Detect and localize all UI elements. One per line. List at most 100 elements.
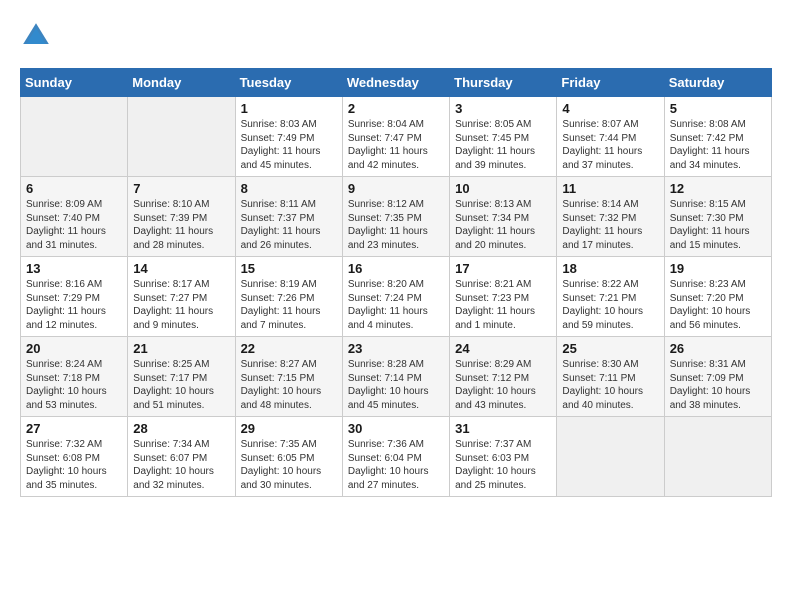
day-number: 17 bbox=[455, 261, 551, 276]
calendar-cell: 27 Sunrise: 7:32 AM Sunset: 6:08 PM Dayli… bbox=[21, 417, 128, 497]
day-number: 21 bbox=[133, 341, 229, 356]
day-content: Sunrise: 8:07 AM Sunset: 7:44 PM Dayligh… bbox=[562, 118, 658, 172]
day-number: 31 bbox=[455, 421, 551, 436]
calendar-cell: 16 Sunrise: 8:20 AM Sunset: 7:24 PM Dayli… bbox=[342, 257, 449, 337]
day-number: 9 bbox=[348, 181, 444, 196]
calendar-cell: 2 Sunrise: 8:04 AM Sunset: 7:47 PM Daylig… bbox=[342, 97, 449, 177]
calendar-cell: 3 Sunrise: 8:05 AM Sunset: 7:45 PM Daylig… bbox=[450, 97, 557, 177]
day-content: Sunrise: 8:22 AM Sunset: 7:21 PM Dayligh… bbox=[562, 278, 658, 332]
day-content: Sunrise: 7:34 AM Sunset: 6:07 PM Dayligh… bbox=[133, 438, 229, 492]
day-content: Sunrise: 7:36 AM Sunset: 6:04 PM Dayligh… bbox=[348, 438, 444, 492]
day-number: 8 bbox=[241, 181, 337, 196]
calendar-cell: 7 Sunrise: 8:10 AM Sunset: 7:39 PM Daylig… bbox=[128, 177, 235, 257]
day-number: 18 bbox=[562, 261, 658, 276]
day-content: Sunrise: 8:10 AM Sunset: 7:39 PM Dayligh… bbox=[133, 198, 229, 252]
day-number: 5 bbox=[670, 101, 766, 116]
day-number: 13 bbox=[26, 261, 122, 276]
day-content: Sunrise: 8:13 AM Sunset: 7:34 PM Dayligh… bbox=[455, 198, 551, 252]
day-content: Sunrise: 8:16 AM Sunset: 7:29 PM Dayligh… bbox=[26, 278, 122, 332]
day-content: Sunrise: 7:35 AM Sunset: 6:05 PM Dayligh… bbox=[241, 438, 337, 492]
calendar-week-row: 27 Sunrise: 7:32 AM Sunset: 6:08 PM Dayli… bbox=[21, 417, 772, 497]
day-content: Sunrise: 7:32 AM Sunset: 6:08 PM Dayligh… bbox=[26, 438, 122, 492]
day-number: 11 bbox=[562, 181, 658, 196]
day-content: Sunrise: 8:31 AM Sunset: 7:09 PM Dayligh… bbox=[670, 358, 766, 412]
day-content: Sunrise: 7:37 AM Sunset: 6:03 PM Dayligh… bbox=[455, 438, 551, 492]
day-content: Sunrise: 8:09 AM Sunset: 7:40 PM Dayligh… bbox=[26, 198, 122, 252]
calendar-cell: 31 Sunrise: 7:37 AM Sunset: 6:03 PM Dayli… bbox=[450, 417, 557, 497]
day-content: Sunrise: 8:24 AM Sunset: 7:18 PM Dayligh… bbox=[26, 358, 122, 412]
day-content: Sunrise: 8:28 AM Sunset: 7:14 PM Dayligh… bbox=[348, 358, 444, 412]
day-number: 6 bbox=[26, 181, 122, 196]
weekday-header-tuesday: Tuesday bbox=[235, 69, 342, 97]
calendar-week-row: 1Sunrise: 8:03 AM Sunset: 7:49 PM Daylig… bbox=[21, 97, 772, 177]
calendar-week-row: 20 Sunrise: 8:24 AM Sunset: 7:18 PM Dayli… bbox=[21, 337, 772, 417]
day-content: Sunrise: 8:05 AM Sunset: 7:45 PM Dayligh… bbox=[455, 118, 551, 172]
calendar-cell: 18 Sunrise: 8:22 AM Sunset: 7:21 PM Dayli… bbox=[557, 257, 664, 337]
weekday-header-sunday: Sunday bbox=[21, 69, 128, 97]
day-number: 28 bbox=[133, 421, 229, 436]
day-number: 23 bbox=[348, 341, 444, 356]
calendar-cell: 1Sunrise: 8:03 AM Sunset: 7:49 PM Daylig… bbox=[235, 97, 342, 177]
day-content: Sunrise: 8:21 AM Sunset: 7:23 PM Dayligh… bbox=[455, 278, 551, 332]
calendar-cell: 11 Sunrise: 8:14 AM Sunset: 7:32 PM Dayli… bbox=[557, 177, 664, 257]
weekday-header-monday: Monday bbox=[128, 69, 235, 97]
calendar-cell: 29 Sunrise: 7:35 AM Sunset: 6:05 PM Dayli… bbox=[235, 417, 342, 497]
calendar-cell: 20 Sunrise: 8:24 AM Sunset: 7:18 PM Dayli… bbox=[21, 337, 128, 417]
logo bbox=[20, 20, 56, 52]
day-number: 25 bbox=[562, 341, 658, 356]
calendar-cell: 21 Sunrise: 8:25 AM Sunset: 7:17 PM Dayli… bbox=[128, 337, 235, 417]
day-number: 12 bbox=[670, 181, 766, 196]
day-content: Sunrise: 8:15 AM Sunset: 7:30 PM Dayligh… bbox=[670, 198, 766, 252]
weekday-header-saturday: Saturday bbox=[664, 69, 771, 97]
day-content: Sunrise: 8:29 AM Sunset: 7:12 PM Dayligh… bbox=[455, 358, 551, 412]
day-number: 19 bbox=[670, 261, 766, 276]
day-number: 30 bbox=[348, 421, 444, 436]
calendar-cell: 26 Sunrise: 8:31 AM Sunset: 7:09 PM Dayli… bbox=[664, 337, 771, 417]
calendar-cell: 22 Sunrise: 8:27 AM Sunset: 7:15 PM Dayli… bbox=[235, 337, 342, 417]
calendar-cell: 25 Sunrise: 8:30 AM Sunset: 7:11 PM Dayli… bbox=[557, 337, 664, 417]
calendar-cell: 8 Sunrise: 8:11 AM Sunset: 7:37 PM Daylig… bbox=[235, 177, 342, 257]
calendar-cell: 12 Sunrise: 8:15 AM Sunset: 7:30 PM Dayli… bbox=[664, 177, 771, 257]
day-content: Sunrise: 8:04 AM Sunset: 7:47 PM Dayligh… bbox=[348, 118, 444, 172]
calendar-cell: 17 Sunrise: 8:21 AM Sunset: 7:23 PM Dayli… bbox=[450, 257, 557, 337]
calendar-cell: 19 Sunrise: 8:23 AM Sunset: 7:20 PM Dayli… bbox=[664, 257, 771, 337]
day-content: Sunrise: 8:11 AM Sunset: 7:37 PM Dayligh… bbox=[241, 198, 337, 252]
calendar-cell: 28 Sunrise: 7:34 AM Sunset: 6:07 PM Dayli… bbox=[128, 417, 235, 497]
weekday-header-row: SundayMondayTuesdayWednesdayThursdayFrid… bbox=[21, 69, 772, 97]
logo-icon bbox=[20, 20, 52, 52]
day-content: Sunrise: 8:08 AM Sunset: 7:42 PM Dayligh… bbox=[670, 118, 766, 172]
day-content: Sunrise: 8:20 AM Sunset: 7:24 PM Dayligh… bbox=[348, 278, 444, 332]
calendar-cell: 6 Sunrise: 8:09 AM Sunset: 7:40 PM Daylig… bbox=[21, 177, 128, 257]
day-number: 26 bbox=[670, 341, 766, 356]
day-number: 15 bbox=[241, 261, 337, 276]
calendar-cell: 30 Sunrise: 7:36 AM Sunset: 6:04 PM Dayli… bbox=[342, 417, 449, 497]
calendar-week-row: 13 Sunrise: 8:16 AM Sunset: 7:29 PM Dayli… bbox=[21, 257, 772, 337]
day-number: 3 bbox=[455, 101, 551, 116]
weekday-header-friday: Friday bbox=[557, 69, 664, 97]
day-number: 7 bbox=[133, 181, 229, 196]
day-number: 27 bbox=[26, 421, 122, 436]
day-content: Sunrise: 8:30 AM Sunset: 7:11 PM Dayligh… bbox=[562, 358, 658, 412]
calendar-cell bbox=[21, 97, 128, 177]
calendar-table: SundayMondayTuesdayWednesdayThursdayFrid… bbox=[20, 68, 772, 497]
day-number: 20 bbox=[26, 341, 122, 356]
day-content: Sunrise: 8:14 AM Sunset: 7:32 PM Dayligh… bbox=[562, 198, 658, 252]
day-number: 16 bbox=[348, 261, 444, 276]
day-content: Sunrise: 8:25 AM Sunset: 7:17 PM Dayligh… bbox=[133, 358, 229, 412]
calendar-cell: 15Sunrise: 8:19 AM Sunset: 7:26 PM Dayli… bbox=[235, 257, 342, 337]
day-number: 10 bbox=[455, 181, 551, 196]
day-number: 22 bbox=[241, 341, 337, 356]
calendar-cell: 10 Sunrise: 8:13 AM Sunset: 7:34 PM Dayli… bbox=[450, 177, 557, 257]
day-content: Sunrise: 8:17 AM Sunset: 7:27 PM Dayligh… bbox=[133, 278, 229, 332]
day-content: Sunrise: 8:12 AM Sunset: 7:35 PM Dayligh… bbox=[348, 198, 444, 252]
calendar-cell: 24Sunrise: 8:29 AM Sunset: 7:12 PM Dayli… bbox=[450, 337, 557, 417]
day-content: Sunrise: 8:27 AM Sunset: 7:15 PM Dayligh… bbox=[241, 358, 337, 412]
day-number: 29 bbox=[241, 421, 337, 436]
day-number: 1 bbox=[241, 101, 337, 116]
calendar-cell bbox=[128, 97, 235, 177]
day-content: Sunrise: 8:23 AM Sunset: 7:20 PM Dayligh… bbox=[670, 278, 766, 332]
calendar-cell: 4Sunrise: 8:07 AM Sunset: 7:44 PM Daylig… bbox=[557, 97, 664, 177]
day-number: 14 bbox=[133, 261, 229, 276]
calendar-cell bbox=[557, 417, 664, 497]
day-number: 2 bbox=[348, 101, 444, 116]
